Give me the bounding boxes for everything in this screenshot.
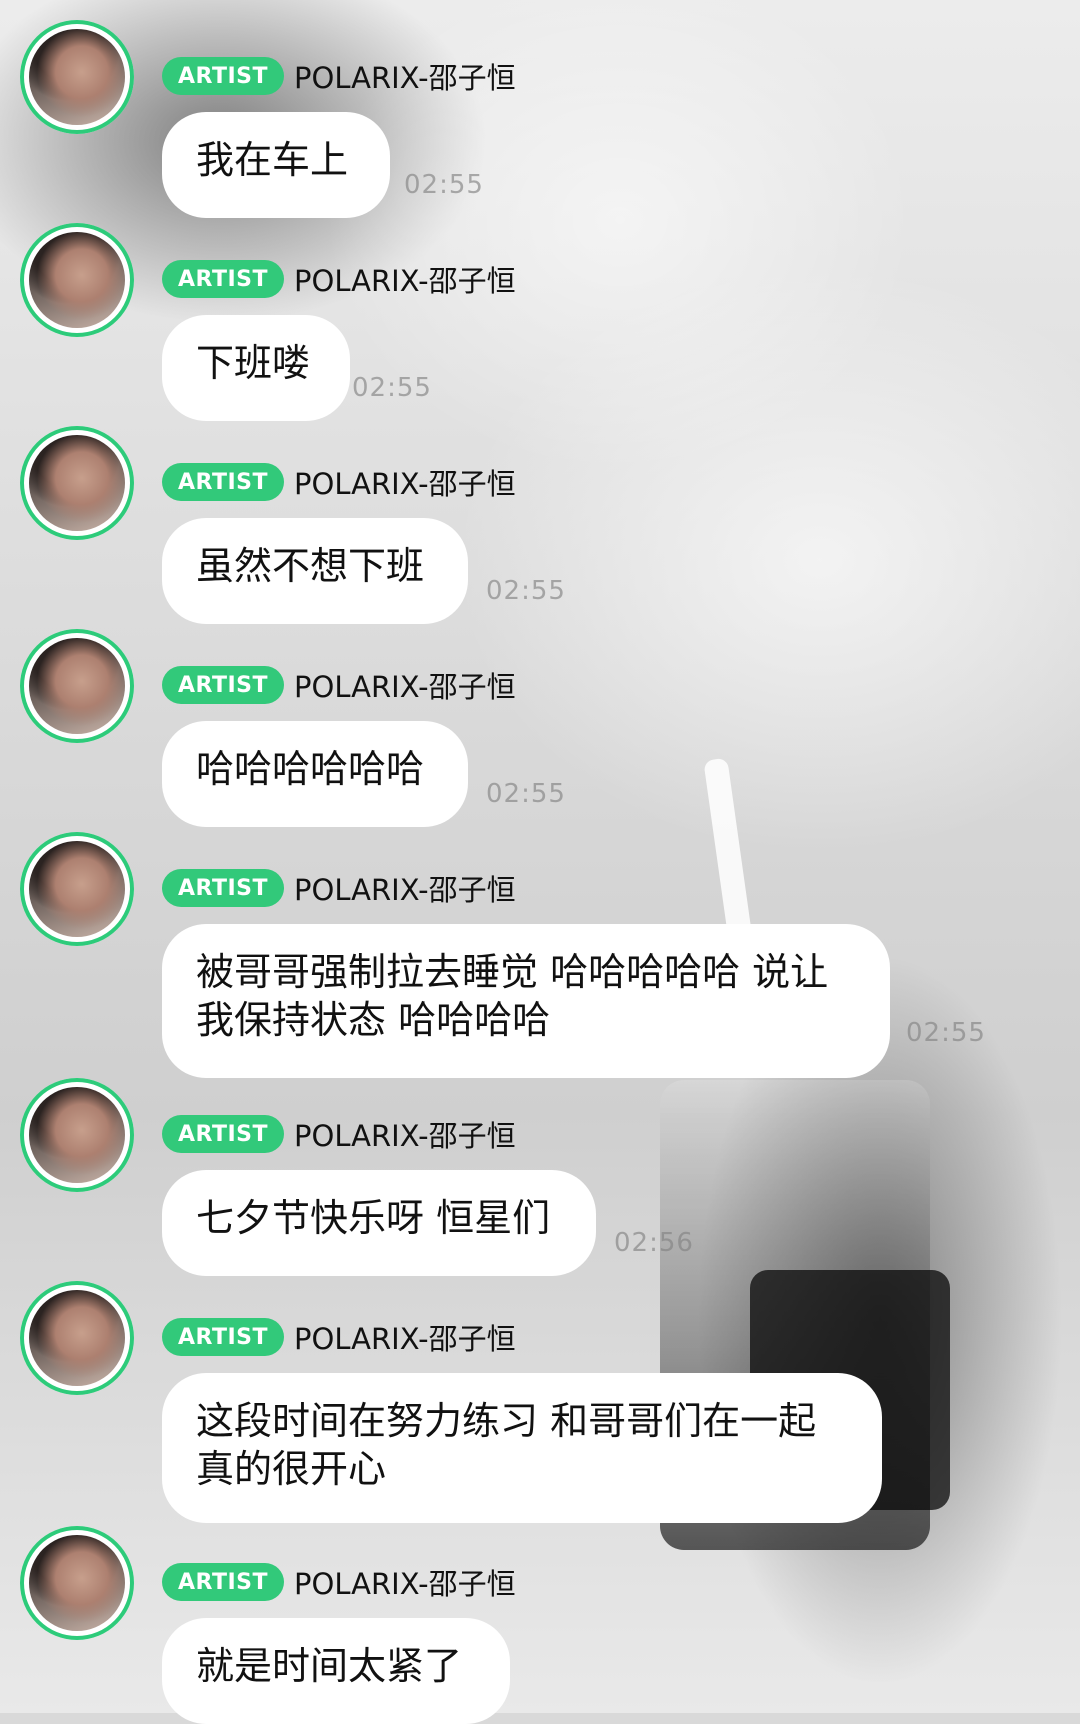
sender-name[interactable]: POLARIX-邵子恒: [294, 258, 516, 300]
artist-badge: ARTIST: [162, 666, 285, 704]
chat-message: ARTIST POLARIX-邵子恒 被哥哥强制拉去睡觉 哈哈哈哈哈 说让我保持…: [0, 832, 1080, 1078]
sender-name[interactable]: POLARIX-邵子恒: [294, 867, 516, 909]
message-header: ARTIST POLARIX-邵子恒: [162, 1562, 516, 1602]
sender-name[interactable]: POLARIX-邵子恒: [294, 1561, 516, 1603]
message-header: ARTIST POLARIX-邵子恒: [162, 665, 516, 705]
artist-badge: ARTIST: [162, 1563, 285, 1601]
avatar-image: [29, 1290, 125, 1386]
avatar[interactable]: [20, 629, 134, 743]
message-timestamp: 02:55: [404, 170, 484, 200]
message-timestamp: 02:55: [486, 576, 566, 606]
message-header: ARTIST POLARIX-邵子恒: [162, 56, 516, 96]
message-bubble[interactable]: 被哥哥强制拉去睡觉 哈哈哈哈哈 说让我保持状态 哈哈哈哈: [162, 924, 890, 1078]
avatar-image: [29, 435, 125, 531]
avatar[interactable]: [20, 1281, 134, 1395]
artist-badge: ARTIST: [162, 463, 285, 501]
sender-name[interactable]: POLARIX-邵子恒: [294, 461, 516, 503]
artist-badge: ARTIST: [162, 1318, 285, 1356]
artist-badge: ARTIST: [162, 260, 285, 298]
message-timestamp: 02:55: [906, 1018, 986, 1048]
chat-message: ARTIST POLARIX-邵子恒 哈哈哈哈哈哈 02:55: [0, 629, 1080, 827]
avatar-image: [29, 29, 125, 125]
sender-name[interactable]: POLARIX-邵子恒: [294, 664, 516, 706]
message-timestamp: 02:56: [614, 1228, 694, 1258]
artist-badge: ARTIST: [162, 57, 285, 95]
sender-name[interactable]: POLARIX-邵子恒: [294, 1113, 516, 1155]
avatar-image: [29, 1087, 125, 1183]
sender-name[interactable]: POLARIX-邵子恒: [294, 1316, 516, 1358]
message-header: ARTIST POLARIX-邵子恒: [162, 1317, 516, 1357]
avatar[interactable]: [20, 223, 134, 337]
message-header: ARTIST POLARIX-邵子恒: [162, 259, 516, 299]
message-timestamp: 02:55: [486, 779, 566, 809]
avatar-image: [29, 232, 125, 328]
message-bubble[interactable]: 虽然不想下班: [162, 518, 468, 624]
message-header: ARTIST POLARIX-邵子恒: [162, 462, 516, 502]
message-timestamp: 02:55: [352, 373, 432, 403]
message-bubble[interactable]: 哈哈哈哈哈哈: [162, 721, 468, 827]
avatar[interactable]: [20, 832, 134, 946]
sender-name[interactable]: POLARIX-邵子恒: [294, 55, 516, 97]
message-bubble[interactable]: 我在车上: [162, 112, 390, 218]
chat-message: ARTIST POLARIX-邵子恒 虽然不想下班 02:55: [0, 426, 1080, 624]
avatar-image: [29, 1535, 125, 1631]
message-header: ARTIST POLARIX-邵子恒: [162, 868, 516, 908]
artist-badge: ARTIST: [162, 869, 285, 907]
message-bubble[interactable]: 下班喽: [162, 315, 350, 421]
avatar-image: [29, 638, 125, 734]
artist-badge: ARTIST: [162, 1115, 285, 1153]
message-header: ARTIST POLARIX-邵子恒: [162, 1114, 516, 1154]
chat-timeline: ARTIST POLARIX-邵子恒 我在车上 02:55 ARTIST POL…: [0, 0, 1080, 1724]
avatar[interactable]: [20, 1078, 134, 1192]
chat-message: ARTIST POLARIX-邵子恒 这段时间在努力练习 和哥哥们在一起真的很开…: [0, 1281, 1080, 1523]
message-bubble[interactable]: 这段时间在努力练习 和哥哥们在一起真的很开心: [162, 1373, 882, 1523]
chat-message: ARTIST POLARIX-邵子恒 下班喽 02:55: [0, 223, 1080, 421]
avatar[interactable]: [20, 1526, 134, 1640]
message-bubble[interactable]: 七夕节快乐呀 恒星们: [162, 1170, 596, 1276]
chat-message: ARTIST POLARIX-邵子恒 七夕节快乐呀 恒星们 02:56: [0, 1078, 1080, 1276]
avatar[interactable]: [20, 20, 134, 134]
avatar-image: [29, 841, 125, 937]
chat-message: ARTIST POLARIX-邵子恒 我在车上 02:55: [0, 20, 1080, 218]
message-bubble[interactable]: 就是时间太紧了: [162, 1618, 510, 1724]
chat-message: ARTIST POLARIX-邵子恒 就是时间太紧了: [0, 1526, 1080, 1724]
avatar[interactable]: [20, 426, 134, 540]
